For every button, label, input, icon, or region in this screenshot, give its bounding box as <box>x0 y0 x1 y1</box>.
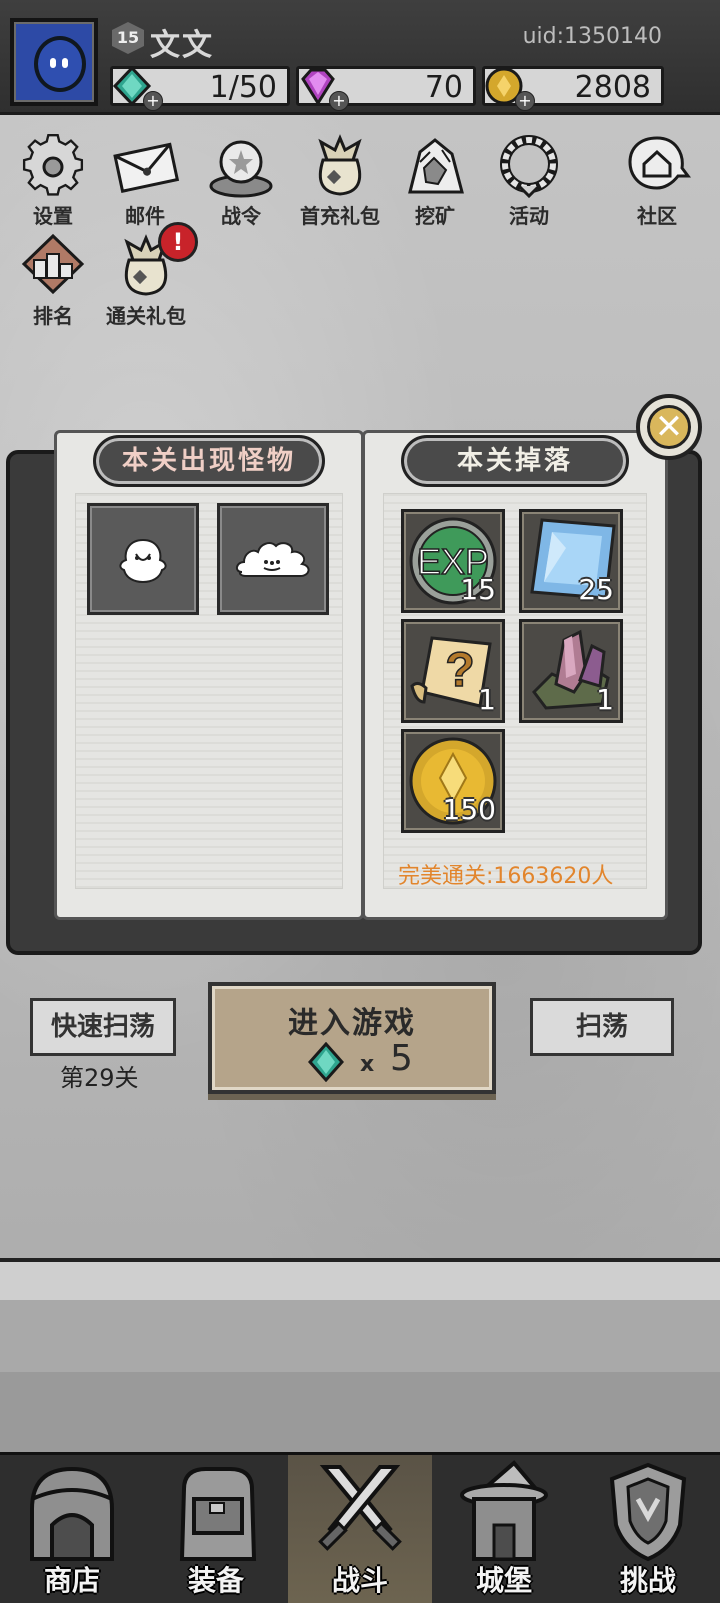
nav-castle-label: 城堡 <box>475 1564 532 1597</box>
menu-settings[interactable]: 设置 <box>8 132 98 232</box>
book-page-monsters: 本关出现怪物 <box>54 430 364 920</box>
menu-events[interactable]: 活动 <box>484 132 574 232</box>
bottom-nav: 商店 装备 战斗 城堡 挑战 <box>0 1452 720 1603</box>
book-page-drops: 本关掉落 EXP 15 25 ? 1 1 150 <box>362 430 668 920</box>
avatar[interactable] <box>10 18 98 106</box>
player-uid: uid:1350140 <box>522 24 662 49</box>
gem-bar[interactable]: + 70 <box>296 66 476 111</box>
nav-shop-label: 商店 <box>43 1564 100 1597</box>
monster-slot[interactable] <box>87 503 199 615</box>
avatar-eye <box>50 58 56 68</box>
slime-monster-icon <box>236 542 310 577</box>
menu-settings-label: 设置 <box>33 204 73 228</box>
menu-clear-reward-label: 通关礼包 <box>106 304 186 328</box>
nav-equipment[interactable]: 装备 <box>144 1455 288 1603</box>
close-icon: ✕ <box>647 405 691 449</box>
nav-challenge[interactable]: 挑战 <box>576 1455 720 1603</box>
mining-icon <box>408 138 464 194</box>
nav-castle[interactable]: 城堡 <box>432 1455 576 1603</box>
drop-slot[interactable]: ? 1 <box>401 619 505 723</box>
crossed-swords-icon <box>318 1465 402 1551</box>
cost-multiplier: x <box>360 1052 375 1077</box>
drop-qty: 1 <box>478 683 496 716</box>
nav-battle-label: 战斗 <box>331 1564 388 1597</box>
sweep-button[interactable]: 扫荡 <box>530 998 674 1056</box>
close-button[interactable]: ✕ <box>636 394 702 460</box>
menu-events-label: 活动 <box>509 204 549 228</box>
gold-value: 2808 <box>574 70 651 105</box>
ground-rubble <box>0 1372 720 1452</box>
gem-value: 70 <box>424 70 463 105</box>
menu-mining-label: 挖矿 <box>415 204 455 228</box>
enter-game-label: 进入游戏 <box>288 1006 416 1041</box>
perfect-clear-count: 完美通关:1663620人 <box>398 864 614 889</box>
stamina-plus-icon[interactable]: + <box>143 91 163 111</box>
drop-slot[interactable]: 150 <box>401 729 505 833</box>
avatar-eye <box>62 58 68 68</box>
ghost-bird-monster-icon <box>119 538 167 584</box>
menu-mining[interactable]: 挖矿 <box>390 132 480 232</box>
gem-plus-icon[interactable]: + <box>329 91 349 111</box>
level-badge: 15 <box>112 22 144 54</box>
nav-equipment-label: 装备 <box>187 1564 244 1597</box>
menu-community-label: 社区 <box>637 204 677 228</box>
menu-ranking[interactable]: 排名 <box>8 232 98 332</box>
nav-challenge-label: 挑战 <box>619 1564 676 1597</box>
ranking-icon <box>21 233 85 295</box>
enter-game-button[interactable]: 进入游戏 x 5 <box>208 982 496 1094</box>
cost-value: 5 <box>390 1038 413 1079</box>
first-recharge-bag-icon <box>318 134 362 196</box>
drop-qty: 1 <box>596 683 614 716</box>
gold-plus-icon[interactable]: + <box>515 91 535 111</box>
menu-mail[interactable]: 邮件 <box>100 132 190 232</box>
mail-icon <box>113 142 180 193</box>
gold-bar[interactable]: + 2808 <box>482 66 664 111</box>
menu-clear-reward[interactable]: ! 通关礼包 <box>96 222 198 332</box>
ground-floor <box>0 1300 720 1376</box>
backpack-icon <box>179 1467 257 1561</box>
menu-first-recharge-label: 首充礼包 <box>300 204 380 228</box>
player-name: 文文 <box>150 28 214 63</box>
monsters-title: 本关出现怪物 <box>93 435 325 487</box>
alert-badge: ! <box>158 222 198 262</box>
top-bar: 15 文文 uid:1350140 + 1/50 + 70 + 2808 <box>0 0 720 115</box>
event-wreath-icon <box>500 135 558 199</box>
ground-ledge <box>0 1258 720 1306</box>
challenge-shield-icon <box>609 1462 687 1562</box>
castle-icon <box>460 1460 548 1561</box>
menu-battle-pass[interactable]: 战令 <box>196 132 286 232</box>
menu-community[interactable]: 社区 <box>612 132 702 232</box>
drop-qty: 15 <box>460 573 496 606</box>
stamina-value: 1/50 <box>209 70 277 105</box>
stamina-gem-icon <box>308 1042 344 1082</box>
drop-slot[interactable]: EXP 15 <box>401 509 505 613</box>
shop-icon <box>30 1466 114 1561</box>
drop-slot[interactable]: 25 <box>519 509 623 613</box>
quick-sweep-button[interactable]: 快速扫荡 <box>30 998 176 1056</box>
nav-battle[interactable]: 战斗 <box>288 1455 432 1603</box>
menu-first-recharge[interactable]: 首充礼包 <box>290 132 390 232</box>
gear-icon <box>22 133 84 196</box>
menu-ranking-label: 排名 <box>33 304 73 328</box>
avatar-face <box>34 36 86 92</box>
menu-battle-pass-label: 战令 <box>221 204 261 228</box>
battle-pass-icon <box>209 140 273 198</box>
drop-qty: 25 <box>578 573 614 606</box>
drops-title: 本关掉落 <box>401 435 629 487</box>
drop-slot[interactable]: 1 <box>519 619 623 723</box>
nav-shop[interactable]: 商店 <box>0 1455 144 1603</box>
stamina-bar[interactable]: + 1/50 <box>110 65 290 111</box>
drop-qty: 150 <box>442 793 496 826</box>
monster-slot[interactable] <box>217 503 329 615</box>
community-home-icon <box>628 136 691 190</box>
scroll-mark: ? <box>445 644 474 697</box>
stage-number: 第29关 <box>60 1064 139 1092</box>
